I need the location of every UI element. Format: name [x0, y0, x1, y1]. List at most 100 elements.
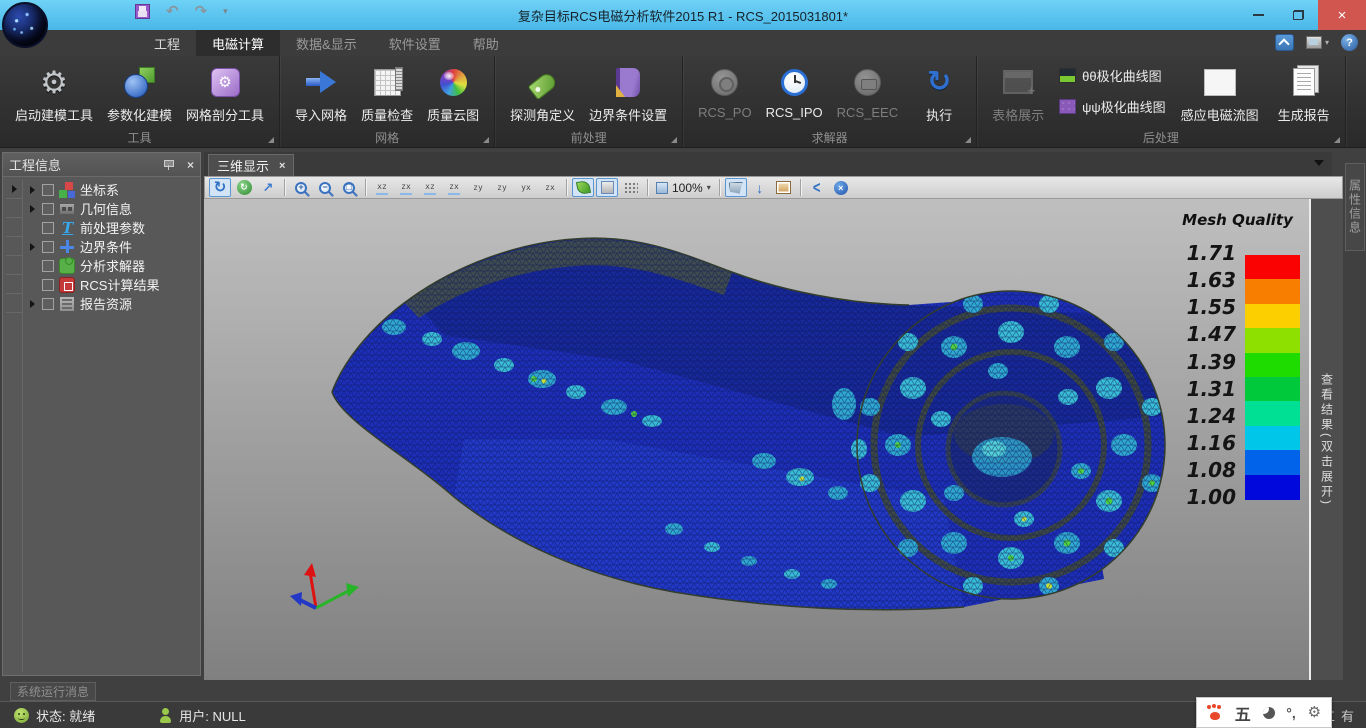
checkbox[interactable] [42, 298, 54, 310]
tab-list-caret-icon[interactable] [1314, 160, 1324, 166]
tree-item-rcs-results[interactable]: RCS计算结果 [25, 275, 198, 294]
tree-item-solver[interactable]: 分析求解器 [25, 256, 198, 275]
expander-icon[interactable] [30, 243, 35, 251]
ime-toolbar[interactable]: 五 °, ⚙ [1196, 697, 1332, 728]
expander-icon[interactable] [30, 205, 35, 213]
view-orientation-button[interactable]: zy [467, 178, 489, 197]
points-render-button[interactable] [620, 178, 642, 197]
dialog-launcher-icon[interactable] [1334, 137, 1340, 143]
ime-punctuation-toggle[interactable]: °, [1286, 705, 1296, 721]
rcs-ipo-button[interactable]: RCS_IPO [759, 62, 830, 122]
probe-angle-button[interactable]: 探测角定义 [503, 62, 582, 126]
ime-logo-paw-icon[interactable] [1207, 705, 1223, 720]
tab-close-icon[interactable]: × [279, 160, 285, 172]
menu-tab-project[interactable]: 工程 [138, 30, 196, 56]
checkbox[interactable] [42, 279, 54, 291]
minimize-button[interactable] [1238, 0, 1278, 30]
view-orientation-button[interactable]: yx [515, 178, 537, 197]
tree-item-preprocess-params[interactable]: 前处理参数 [25, 218, 198, 237]
snapshot-button[interactable] [773, 178, 795, 197]
pan-button[interactable]: ↗ [257, 178, 279, 197]
checkbox[interactable] [42, 184, 54, 196]
table-display-button[interactable]: 表格展示 [985, 62, 1051, 126]
drop-view-button[interactable]: ↓ [749, 178, 771, 197]
dialog-launcher-icon[interactable] [671, 137, 677, 143]
execute-button[interactable]: ↻ 执行 [910, 62, 968, 126]
psi-polarization-curve-button[interactable]: ψψ极化曲线图 [1059, 97, 1166, 116]
clip-plane-button[interactable] [725, 178, 747, 197]
3d-viewport[interactable]: Mesh Quality 1.71 1.63 1.55 1.47 1.39 1.… [204, 199, 1309, 680]
tree-item-report-resources[interactable]: 报告资源 [25, 294, 198, 313]
dialog-launcher-icon[interactable] [965, 137, 971, 143]
legend-value: 1.55 [1176, 296, 1236, 318]
menu-tab-settings[interactable]: 软件设置 [373, 30, 457, 56]
tree-item-geometry-info[interactable]: 几何信息 [25, 199, 198, 218]
panel-close-icon[interactable]: × [187, 158, 194, 172]
root-expander-icon[interactable] [12, 185, 17, 193]
menu-tab-data-display[interactable]: 数据&显示 [280, 30, 373, 56]
ime-settings-gear-icon[interactable]: ⚙ [1308, 705, 1321, 720]
redo-icon[interactable]: ↷ [195, 4, 208, 19]
view-orientation-button[interactable]: xz [371, 178, 393, 197]
display-device-control[interactable]: ▾ [1306, 36, 1329, 49]
zoom-in-button[interactable]: + [290, 178, 312, 197]
save-icon[interactable] [135, 4, 150, 19]
expander-icon[interactable] [30, 186, 35, 194]
checkbox[interactable] [42, 260, 54, 272]
launch-modeling-tool-button[interactable]: ⚙ 启动建模工具 [8, 62, 100, 126]
parametric-modeling-button[interactable]: 参数化建模 [100, 62, 179, 126]
checkbox[interactable] [42, 241, 54, 253]
cancel-operation-button[interactable]: × [830, 178, 852, 197]
zoom-level-combo[interactable]: 100% ▾ [653, 181, 714, 195]
legend-band [1245, 255, 1300, 280]
window-title: 复杂目标RCS电磁分析软件2015 R1 - RCS_2015031801* [518, 0, 848, 30]
menu-tab-em-compute[interactable]: 电磁计算 [196, 30, 280, 56]
help-icon[interactable]: ? [1341, 34, 1358, 51]
view-orientation-button[interactable]: zx [395, 178, 417, 197]
zoom-window-button[interactable]: □ [338, 178, 360, 197]
mesh-partition-tool-button[interactable]: ⚙ 网格剖分工具 [179, 62, 271, 126]
view-orientation-button[interactable]: zx [539, 178, 561, 197]
tab-3d-display[interactable]: 三维显示 × [208, 154, 294, 176]
collapse-ribbon-icon[interactable] [1275, 34, 1294, 51]
expander-icon[interactable] [30, 300, 35, 308]
view-orientation-button[interactable]: xz [419, 178, 441, 197]
rcs-eec-button[interactable]: RCS_EEC [830, 62, 905, 122]
menu-tab-help[interactable]: 帮助 [457, 30, 515, 56]
view-orientation-button[interactable]: zy [491, 178, 513, 197]
ime-mode-label[interactable]: 五 [1235, 701, 1251, 725]
puzzle-icon [59, 258, 75, 274]
status-smiley-icon [14, 708, 29, 723]
wireframe-render-button[interactable] [596, 178, 618, 197]
shaded-render-button[interactable] [572, 178, 594, 197]
view-orientation-button[interactable]: zx [443, 178, 465, 197]
theta-polarization-curve-button[interactable]: θθ极化曲线图 [1059, 66, 1166, 85]
close-button[interactable]: × [1318, 0, 1366, 30]
tree-item-boundary-conditions[interactable]: 边界条件 [25, 237, 198, 256]
undo-icon[interactable]: ↶ [166, 4, 179, 19]
rotate-view-button[interactable]: ↻ [209, 178, 231, 197]
legend-value: 1.47 [1176, 323, 1236, 345]
property-info-tab[interactable]: 属性信息 [1345, 163, 1365, 251]
ime-fullhalf-moon-icon[interactable] [1263, 707, 1275, 719]
quality-cloud-button[interactable]: 质量云图 [420, 62, 486, 126]
restore-button[interactable] [1278, 0, 1318, 30]
quality-check-button[interactable]: 质量检查 [354, 62, 420, 126]
dialog-launcher-icon[interactable] [483, 137, 489, 143]
import-mesh-button[interactable]: 导入网格 [288, 62, 354, 126]
rcs-po-button[interactable]: RCS_PO [691, 62, 758, 122]
dialog-launcher-icon[interactable] [268, 137, 274, 143]
tree-item-coordinate-system[interactable]: 坐标系 [25, 180, 198, 199]
system-messages-tab[interactable]: 系统运行消息 [10, 682, 96, 701]
flow-share-button[interactable]: < [806, 178, 828, 197]
induced-current-map-button[interactable]: 感应电磁流图 [1174, 62, 1266, 126]
quick-access-caret-icon[interactable]: ▾ [223, 6, 228, 17]
generate-report-button[interactable]: 生成报告 [1271, 62, 1337, 126]
view-results-bar[interactable]: 查看结果(双击展开) [1311, 199, 1343, 680]
checkbox[interactable] [42, 203, 54, 215]
checkbox[interactable] [42, 222, 54, 234]
pin-icon[interactable] [164, 160, 173, 170]
zoom-out-button[interactable]: − [314, 178, 336, 197]
boundary-condition-button[interactable]: 边界条件设置 [582, 62, 674, 126]
orbit-button[interactable]: ↻ [233, 178, 255, 197]
